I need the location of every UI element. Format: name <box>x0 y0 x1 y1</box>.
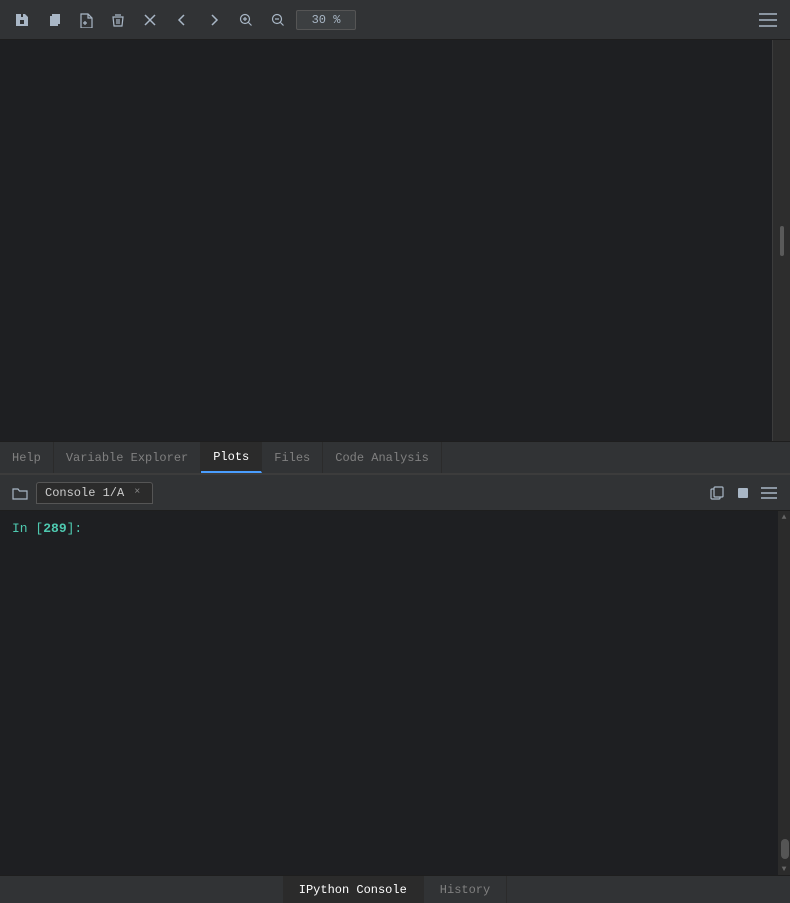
console-input-line: In [289]: <box>12 519 778 539</box>
tab-ipython-console[interactable]: IPython Console <box>283 876 424 903</box>
new-file-button[interactable] <box>72 6 100 34</box>
editor-canvas <box>0 40 772 441</box>
delete-icon <box>110 12 126 28</box>
tab-variable-explorer[interactable]: Variable Explorer <box>54 442 201 473</box>
toolbar-menu-button[interactable] <box>754 6 782 34</box>
console-scrollbar[interactable]: ▲ ▼ <box>778 511 790 875</box>
tab-code-analysis[interactable]: Code Analysis <box>323 442 442 473</box>
copy-icon <box>46 12 62 28</box>
new-file-icon <box>78 12 94 28</box>
console-panel: Console 1/A × In [289]: ▲ <box>0 473 790 903</box>
zoom-out-icon <box>270 12 286 28</box>
editor-area <box>0 40 790 441</box>
tab-plots[interactable]: Plots <box>201 442 262 473</box>
console-header: Console 1/A × <box>0 475 790 511</box>
scrollbar-down-arrow[interactable]: ▼ <box>778 863 790 875</box>
console-prompt-number: 289 <box>43 519 66 539</box>
console-copy-icon <box>710 486 724 500</box>
editor-tab-bar: Help Variable Explorer Plots Files Code … <box>0 441 790 473</box>
tab-files[interactable]: Files <box>262 442 323 473</box>
zoom-out-button[interactable] <box>264 6 292 34</box>
console-stop-button[interactable] <box>730 480 756 506</box>
menu-icon <box>759 13 777 27</box>
save-icon <box>14 12 30 28</box>
console-tab-label: Console 1/A <box>45 486 124 500</box>
tab-help[interactable]: Help <box>0 442 54 473</box>
console-menu-button[interactable] <box>756 480 782 506</box>
tab-history[interactable]: History <box>424 876 507 903</box>
console-body[interactable]: In [289]: ▲ ▼ <box>0 511 790 875</box>
console-tab-close-button[interactable]: × <box>130 486 144 500</box>
copy-button[interactable] <box>40 6 68 34</box>
zoom-in-icon <box>238 12 254 28</box>
console-prompt-suffix: ]: <box>67 519 83 539</box>
forward-icon <box>206 12 222 28</box>
save-button[interactable] <box>8 6 36 34</box>
main-toolbar: 30 % <box>0 0 790 40</box>
zoom-level: 30 % <box>296 10 356 30</box>
console-tab-1a[interactable]: Console 1/A × <box>36 482 153 504</box>
close-x-button[interactable] <box>136 6 164 34</box>
scrollbar-track[interactable] <box>778 523 790 863</box>
back-button[interactable] <box>168 6 196 34</box>
scrollbar-thumb[interactable] <box>781 839 789 859</box>
editor-right-sidebar <box>772 40 790 441</box>
console-menu-icon <box>761 487 777 499</box>
back-icon <box>174 12 190 28</box>
console-copy-button[interactable] <box>704 480 730 506</box>
sidebar-handle <box>780 226 784 256</box>
delete-button[interactable] <box>104 6 132 34</box>
scrollbar-up-arrow[interactable]: ▲ <box>778 511 790 523</box>
forward-button[interactable] <box>200 6 228 34</box>
console-prompt-prefix: In [ <box>12 519 43 539</box>
zoom-in-button[interactable] <box>232 6 260 34</box>
folder-icon <box>12 486 28 500</box>
console-folder-button[interactable] <box>8 481 32 505</box>
console-tab-bar: IPython Console History <box>0 875 790 903</box>
close-x-icon <box>142 12 158 28</box>
console-stop-icon <box>737 487 749 499</box>
